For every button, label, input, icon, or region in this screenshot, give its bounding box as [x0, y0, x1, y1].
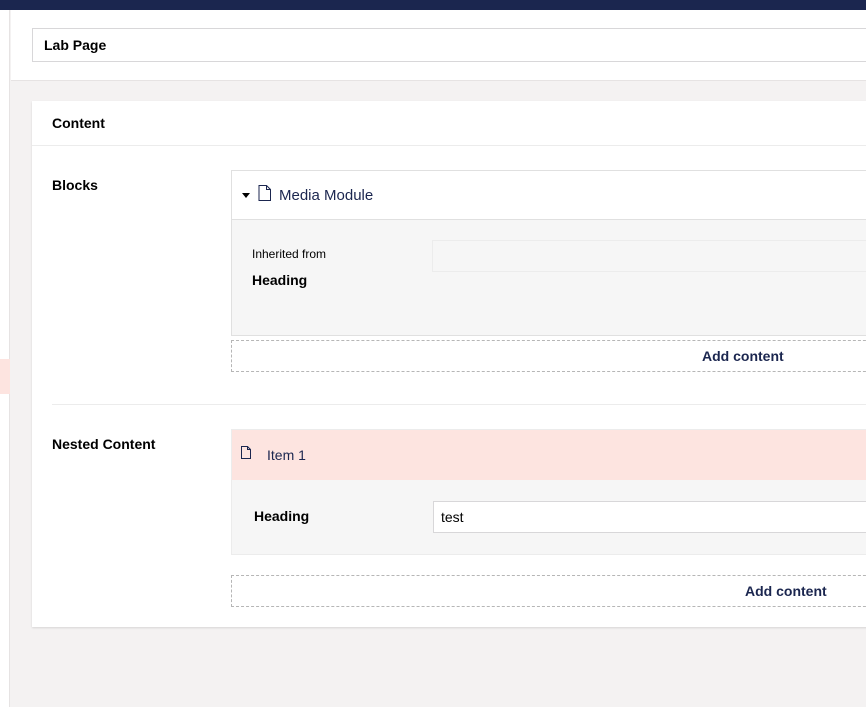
nested-item-title: Item 1	[267, 447, 306, 463]
content-panel: Content Blocks Media Module Inherited fr…	[32, 101, 866, 627]
inherited-from-label: Inherited from	[252, 247, 327, 261]
block-title: Media Module	[279, 186, 374, 204]
document-icon	[258, 184, 271, 206]
top-navigation-bar	[0, 0, 866, 10]
nested-heading-label: Heading	[254, 508, 310, 524]
left-sidebar-strip	[0, 10, 10, 707]
panel-title: Content	[32, 101, 866, 146]
nested-content-item: Item 1 Heading	[231, 429, 866, 555]
page-name-input[interactable]	[32, 28, 866, 62]
nested-add-content-button[interactable]: Add content	[231, 575, 866, 607]
block-heading-label: Heading	[252, 272, 308, 288]
inherited-from-field[interactable]	[432, 240, 866, 272]
caret-down-icon[interactable]	[242, 192, 250, 198]
property-divider	[52, 404, 866, 405]
media-module-block: Media Module Inherited from Heading	[231, 170, 866, 336]
blocks-property-label: Blocks	[52, 177, 98, 193]
editor-header	[11, 10, 866, 81]
add-content-label: Add content	[702, 348, 784, 364]
sidebar-active-marker	[0, 359, 10, 394]
nested-item-header[interactable]: Item 1	[232, 430, 866, 480]
document-icon	[241, 446, 251, 464]
media-module-block-header[interactable]: Media Module	[232, 171, 866, 220]
add-content-label: Add content	[745, 583, 827, 599]
nested-content-property-label: Nested Content	[52, 436, 156, 452]
blocks-add-content-button[interactable]: Add content	[231, 340, 866, 372]
nested-heading-input[interactable]	[433, 501, 866, 533]
